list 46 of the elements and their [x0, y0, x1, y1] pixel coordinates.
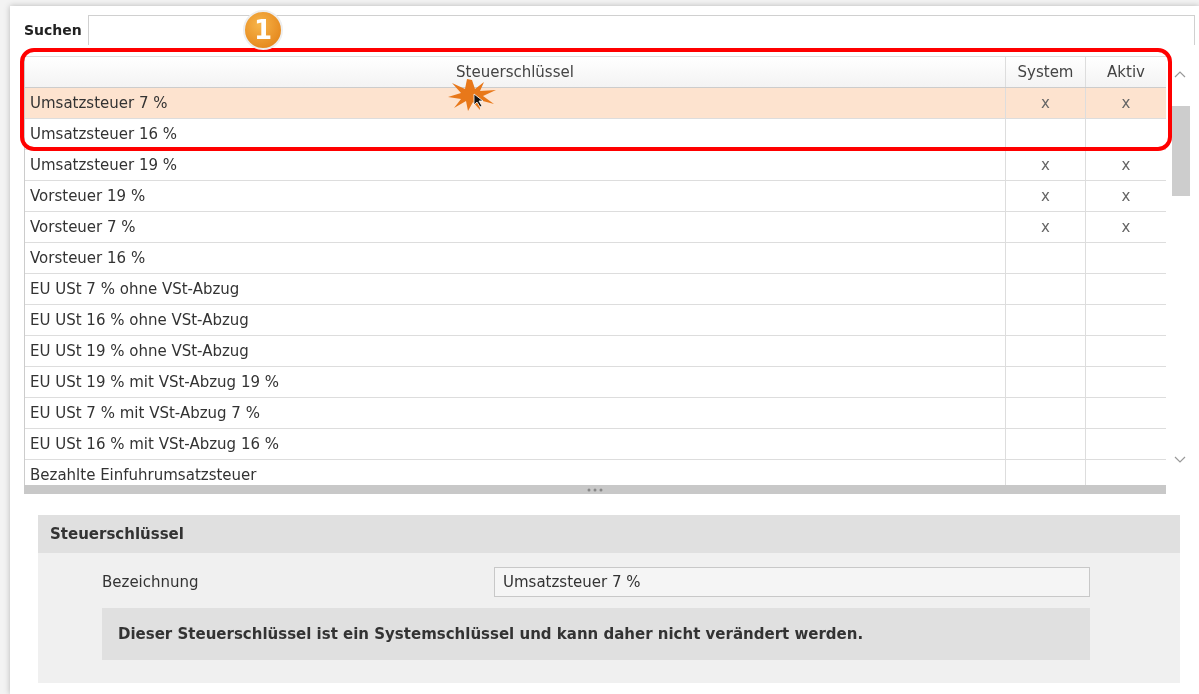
- table-row[interactable]: Vorsteuer 7 % x x: [25, 212, 1166, 243]
- column-header[interactable]: Steuerschlüssel: [25, 57, 1005, 87]
- table-cell: x: [1085, 88, 1166, 118]
- scroll-down-icon[interactable]: [1174, 454, 1186, 464]
- table-cell: x: [1085, 181, 1166, 211]
- table-cell: Vorsteuer 7 %: [30, 218, 136, 236]
- notice-message: Dieser Steuerschlüssel ist ein Systemschlüssel und kann daher nicht verändert werden.: [102, 608, 1090, 660]
- table-cell: EU USt 7 % ohne VSt-Abzug: [30, 280, 240, 298]
- column-header[interactable]: Aktiv: [1085, 57, 1166, 87]
- table-row[interactable]: EU USt 7 % ohne VSt-Abzug: [25, 274, 1166, 305]
- table-cell: Vorsteuer 16 %: [30, 249, 146, 267]
- table-row[interactable]: EU USt 7 % mit VSt-Abzug 7 %: [25, 398, 1166, 429]
- table-cell: Bezahlte Einfuhrumsatzsteuer: [30, 466, 257, 484]
- table-row[interactable]: Umsatzsteuer 19 % x x: [25, 150, 1166, 181]
- table-cell: EU USt 16 % ohne VSt-Abzug: [30, 311, 249, 329]
- table-row[interactable]: Umsatzsteuer 16 %: [25, 119, 1166, 150]
- table-cell: Umsatzsteuer 16 %: [30, 125, 178, 143]
- panel-title: Steuerschlüssel: [38, 515, 1180, 553]
- grip-icon[interactable]: [586, 487, 604, 492]
- scroll-up-icon[interactable]: [1174, 70, 1186, 80]
- table-cell: x: [1005, 88, 1085, 118]
- table-cell: EU USt 16 % mit VSt-Abzug 16 %: [30, 435, 279, 453]
- table-cell: x: [1005, 150, 1085, 180]
- table-cell: x: [1085, 212, 1166, 242]
- table-cell: EU USt 19 % mit VSt-Abzug 19 %: [30, 373, 279, 391]
- table-cell: EU USt 19 % ohne VSt-Abzug: [30, 342, 249, 360]
- table-cell: x: [1085, 150, 1166, 180]
- table-cell: Umsatzsteuer 7 %: [30, 94, 168, 112]
- table-row[interactable]: Vorsteuer 16 %: [25, 243, 1166, 274]
- scroll-thumb[interactable]: [1172, 106, 1190, 196]
- search-field[interactable]: [87, 15, 1195, 45]
- table-row[interactable]: Vorsteuer 19 % x x: [25, 181, 1166, 212]
- table-row[interactable]: EU USt 16 % mit VSt-Abzug 16 %: [25, 429, 1166, 460]
- table-cell: EU USt 7 % mit VSt-Abzug 7 %: [30, 404, 260, 422]
- table-row[interactable]: EU USt 19 % mit VSt-Abzug 19 %: [25, 367, 1166, 398]
- table-cell: x: [1005, 212, 1085, 242]
- name-field[interactable]: Umsatzsteuer 7 %: [494, 567, 1090, 597]
- table-cell: Umsatzsteuer 19 %: [30, 156, 178, 174]
- field-label: Bezeichnung: [102, 573, 200, 591]
- table-cell: x: [1005, 181, 1085, 211]
- table-row[interactable]: EU USt 19 % ohne VSt-Abzug: [25, 336, 1166, 367]
- column-header[interactable]: System: [1005, 57, 1085, 87]
- table-cell: Vorsteuer 19 %: [30, 187, 146, 205]
- table-row[interactable]: Umsatzsteuer 7 % x x: [25, 88, 1166, 119]
- search-label: Suchen: [24, 22, 82, 38]
- table-row[interactable]: EU USt 16 % ohne VSt-Abzug: [25, 305, 1166, 336]
